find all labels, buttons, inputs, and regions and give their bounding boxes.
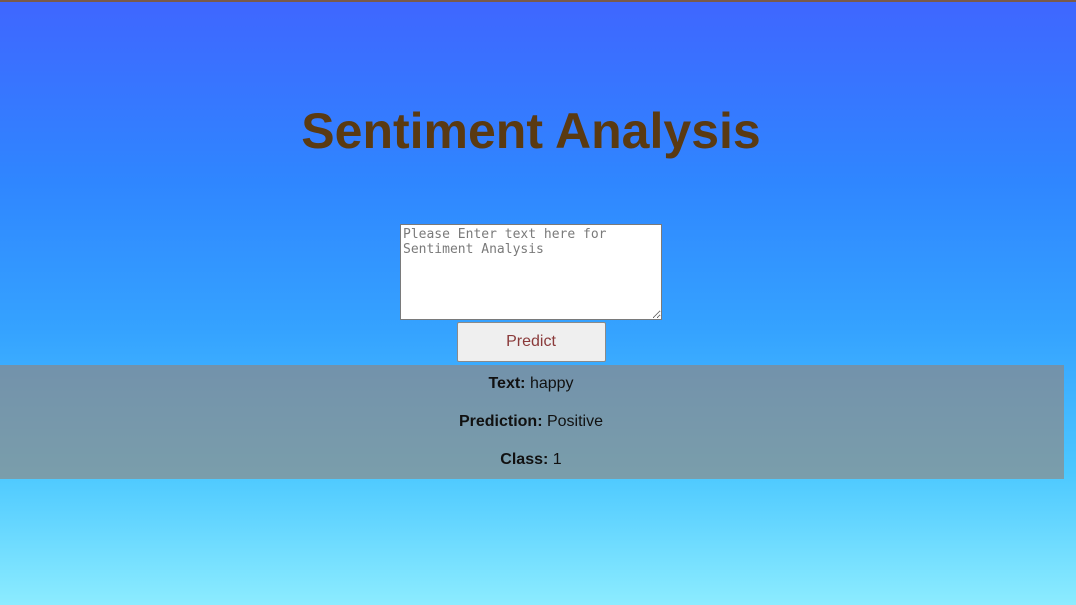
predict-button-wrapper: Predict [0,322,1062,362]
result-text-value: happy [529,375,574,392]
page-title: Sentiment Analysis [301,103,761,159]
result-text-row: Text: happy [0,374,1062,394]
predict-button[interactable]: Predict [456,322,606,362]
result-text-label: Text: [488,375,526,392]
results-panel: Text: happy Prediction: Positive Class: … [0,365,1064,479]
result-prediction-value: Positive [546,413,604,430]
result-prediction-row: Prediction: Positive [0,412,1062,432]
result-class-label: Class: [500,451,549,468]
sentiment-form: Predict [0,224,1062,362]
result-class-row: Class: 1 [0,450,1062,470]
sentiment-text-input[interactable] [400,224,662,320]
result-class-value: 1 [552,451,562,468]
result-prediction-label: Prediction: [458,413,543,430]
window-top-border [0,0,1076,2]
text-input-wrapper [0,224,1062,320]
